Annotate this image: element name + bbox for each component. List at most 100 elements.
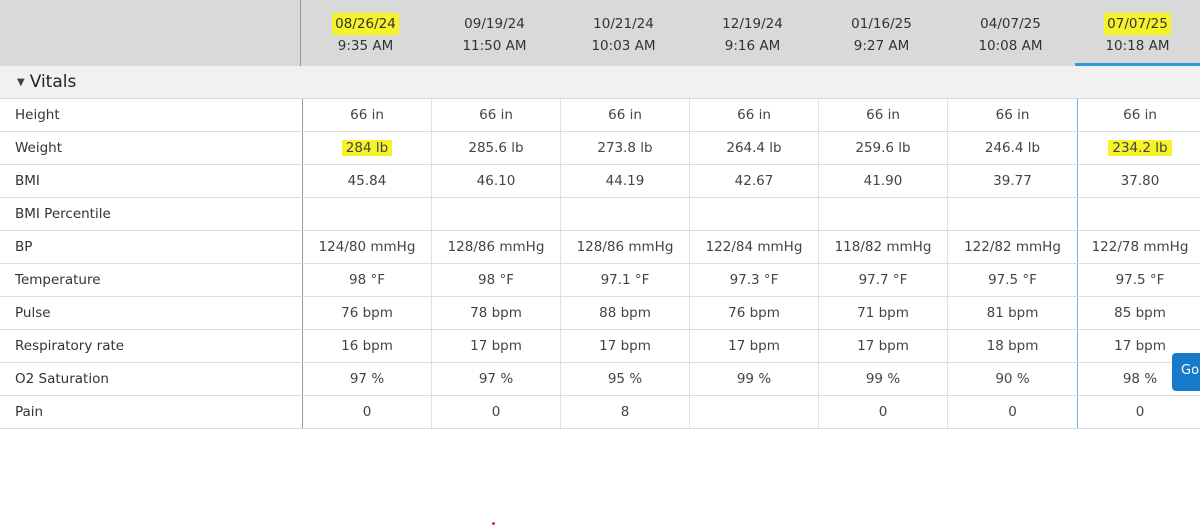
vital-value-cell[interactable]: 46.10 xyxy=(432,165,561,197)
vital-value-cell[interactable] xyxy=(432,198,561,230)
vital-value: 97.5 °F xyxy=(988,272,1037,288)
vital-value-cell[interactable] xyxy=(1077,198,1200,230)
vital-value: 8 xyxy=(620,404,630,420)
vital-value: 85 bpm xyxy=(1114,305,1166,321)
vital-value-cell[interactable]: 97.3 °F xyxy=(690,264,819,296)
vital-value-cell[interactable]: 99 % xyxy=(690,363,819,395)
vital-value-cell[interactable]: 17 bpm xyxy=(561,330,690,362)
vital-value-cell[interactable]: 39.77 xyxy=(948,165,1077,197)
vital-row: Pulse 76 bpm 78 bpm 88 bpm 76 bpm 71 bpm 81 bp… xyxy=(0,297,1200,330)
date-column-header[interactable]: 08/26/24 9:35 AM xyxy=(301,0,430,66)
vital-value-cell[interactable]: 76 bpm xyxy=(303,297,432,329)
date-column-header[interactable]: 01/16/25 9:27 AM xyxy=(817,0,946,66)
vital-value-cell[interactable]: 246.4 lb xyxy=(948,132,1077,164)
vital-value-cell[interactable]: 71 bpm xyxy=(819,297,948,329)
vital-value-cell[interactable]: 122/78 mmHg xyxy=(1077,231,1200,263)
vital-value-cell[interactable]: 44.19 xyxy=(561,165,690,197)
triangle-down-icon[interactable]: ▼ xyxy=(17,77,25,88)
column-date: 09/19/24 xyxy=(464,16,525,32)
vital-value-cell[interactable]: 97.5 °F xyxy=(1077,264,1200,296)
vital-value-cell[interactable]: 97.5 °F xyxy=(948,264,1077,296)
vital-value-cell[interactable]: 128/86 mmHg xyxy=(561,231,690,263)
vital-value-cell[interactable]: 66 in xyxy=(1077,99,1200,131)
vital-value: 99 % xyxy=(865,371,901,387)
vital-value-cell[interactable]: 97.7 °F xyxy=(819,264,948,296)
vital-value-cell[interactable]: 8 xyxy=(561,396,690,428)
vital-value-cell[interactable]: 0 xyxy=(1077,396,1200,428)
vital-value-cell[interactable] xyxy=(690,198,819,230)
date-column-header[interactable]: 07/07/25 10:18 AM xyxy=(1075,0,1200,66)
vital-value-cell[interactable] xyxy=(561,198,690,230)
vital-value-cell[interactable] xyxy=(690,396,819,428)
date-column-header[interactable]: 04/07/25 10:08 AM xyxy=(946,0,1075,66)
vital-value-cell[interactable]: 97 % xyxy=(303,363,432,395)
vital-value-cell[interactable] xyxy=(819,198,948,230)
vital-value-cell[interactable]: 81 bpm xyxy=(948,297,1077,329)
vital-value-cell[interactable]: 66 in xyxy=(303,99,432,131)
vital-value-cell[interactable] xyxy=(303,198,432,230)
column-time: 9:16 AM xyxy=(724,38,781,54)
vital-value-cell[interactable]: 98 °F xyxy=(303,264,432,296)
vital-value: 124/80 mmHg xyxy=(318,239,416,255)
vital-value-cell[interactable]: 0 xyxy=(819,396,948,428)
vital-value-cell[interactable]: 37.80 xyxy=(1077,165,1200,197)
vital-value-cell[interactable]: 88 bpm xyxy=(561,297,690,329)
vital-label: BMI xyxy=(0,165,303,197)
vital-value-cell[interactable]: 285.6 lb xyxy=(432,132,561,164)
vital-label: Height xyxy=(0,99,303,131)
vital-value-cell[interactable]: 0 xyxy=(432,396,561,428)
vital-value-cell[interactable]: 99 % xyxy=(819,363,948,395)
vital-value-cell[interactable]: 66 in xyxy=(561,99,690,131)
vital-value-cell[interactable]: 66 in xyxy=(948,99,1077,131)
date-column-header[interactable]: 10/21/24 10:03 AM xyxy=(559,0,688,66)
vital-value-cell[interactable]: 284 lb xyxy=(303,132,432,164)
vital-value-cell[interactable]: 17 bpm xyxy=(690,330,819,362)
go-button[interactable]: Go xyxy=(1172,353,1200,391)
vital-value: 97.5 °F xyxy=(1115,272,1165,288)
vital-value: 99 % xyxy=(736,371,772,387)
vital-value-cell[interactable]: 97.1 °F xyxy=(561,264,690,296)
vital-value-cell[interactable]: 128/86 mmHg xyxy=(432,231,561,263)
vital-value-cell[interactable]: 98 °F xyxy=(432,264,561,296)
vital-value-cell[interactable]: 18 bpm xyxy=(948,330,1077,362)
vital-value-cell[interactable]: 17 bpm xyxy=(819,330,948,362)
vital-value-cell[interactable]: 42.67 xyxy=(690,165,819,197)
date-column-header[interactable]: 09/19/24 11:50 AM xyxy=(430,0,559,66)
vital-value-cell[interactable]: 118/82 mmHg xyxy=(819,231,948,263)
vital-value-cell[interactable]: 259.6 lb xyxy=(819,132,948,164)
vital-value-cell[interactable]: 97 % xyxy=(432,363,561,395)
vital-value-cell[interactable]: 45.84 xyxy=(303,165,432,197)
vital-value-cell[interactable]: 90 % xyxy=(948,363,1077,395)
vital-value-cell[interactable]: 85 bpm xyxy=(1077,297,1200,329)
column-date: 04/07/25 xyxy=(980,16,1041,32)
vital-value: 98 °F xyxy=(478,272,514,288)
date-column-header[interactable]: 12/19/24 9:16 AM xyxy=(688,0,817,66)
column-date: 10/21/24 xyxy=(593,16,654,32)
vital-value: 95 % xyxy=(607,371,643,387)
vital-row: O2 Saturation 97 % 97 % 95 % 99 % 99 % 90 % 98 … xyxy=(0,363,1200,396)
vital-value-cell[interactable]: 264.4 lb xyxy=(690,132,819,164)
vital-value-cell[interactable]: 66 in xyxy=(432,99,561,131)
vital-value-cell[interactable]: 95 % xyxy=(561,363,690,395)
vital-value-cell[interactable]: 124/80 mmHg xyxy=(303,231,432,263)
vital-value-cell[interactable] xyxy=(948,198,1077,230)
vital-value-cell[interactable]: 122/82 mmHg xyxy=(948,231,1077,263)
vital-value-cell[interactable]: 16 bpm xyxy=(303,330,432,362)
vital-value-cell[interactable]: 122/84 mmHg xyxy=(690,231,819,263)
vital-value-cell[interactable]: 66 in xyxy=(690,99,819,131)
vital-value: 118/82 mmHg xyxy=(834,239,932,255)
vital-value-cell[interactable]: 78 bpm xyxy=(432,297,561,329)
vital-value-cell[interactable]: 0 xyxy=(948,396,1077,428)
vital-value: 46.10 xyxy=(476,173,516,189)
vital-value-cell[interactable]: 0 xyxy=(303,396,432,428)
vitals-section-header[interactable]: ▼ Vitals xyxy=(0,66,1200,99)
vital-value: 128/86 mmHg xyxy=(447,239,545,255)
vital-value-cell[interactable]: 234.2 lb xyxy=(1077,132,1200,164)
vital-value: 71 bpm xyxy=(857,305,909,321)
vital-value-cell[interactable]: 273.8 lb xyxy=(561,132,690,164)
vital-value: 0 xyxy=(878,404,888,420)
vital-value-cell[interactable]: 17 bpm xyxy=(432,330,561,362)
vital-value-cell[interactable]: 66 in xyxy=(819,99,948,131)
vital-value-cell[interactable]: 41.90 xyxy=(819,165,948,197)
vital-value-cell[interactable]: 76 bpm xyxy=(690,297,819,329)
